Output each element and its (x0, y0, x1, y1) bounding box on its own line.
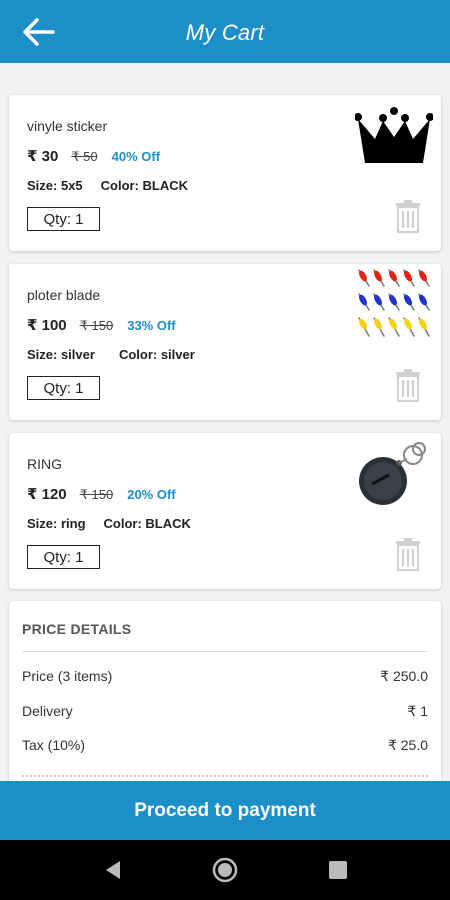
delete-icon[interactable] (395, 199, 421, 233)
item-size: Size: silver (27, 347, 95, 362)
page-title: My Cart (185, 20, 265, 45)
tax-label: Tax (10%) (22, 737, 86, 753)
cart-item-card: vinyle sticker ₹ 30 ₹ 50 40% Off Size: 5… (9, 95, 441, 251)
price-row-delivery: Delivery ₹ 1 (22, 703, 428, 720)
price-details-title: PRICE DETAILS (22, 621, 132, 637)
item-name: vinyle sticker (27, 118, 108, 134)
item-price: ₹ 100 (27, 317, 67, 334)
price-label: Price (3 items) (22, 668, 113, 684)
price-row-total: Price (3 items) ₹ 250.0 (22, 668, 428, 685)
delivery-value: ₹ 1 (407, 703, 428, 719)
cart-item-card: ploter blade ₹ 100 ₹ 150 33% Off Size: s… (9, 264, 441, 420)
item-color: Color: BLACK (103, 516, 191, 531)
crown-image (355, 107, 433, 163)
divider (22, 651, 428, 652)
cart-item-card: RING ₹ 120 ₹ 150 20% Off Size: ring Colo… (9, 433, 441, 589)
quantity-selector[interactable]: Qty: 1 (27, 545, 100, 569)
keyring-image (359, 442, 426, 505)
spec-row: Size: ring Color: BLACK (27, 516, 191, 531)
quantity-selector[interactable]: Qty: 1 (27, 207, 100, 231)
item-name: ploter blade (27, 287, 101, 303)
app-bar: My Cart (0, 0, 450, 63)
item-color: Color: silver (118, 347, 195, 362)
tax-value: ₹ 25.0 (387, 737, 428, 753)
price-row: ₹ 30 ₹ 50 40% Off (27, 147, 160, 165)
item-price: ₹ 120 (27, 486, 67, 503)
item-size: Size: ring (27, 516, 86, 531)
item-price: ₹ 30 (27, 148, 59, 165)
delete-icon[interactable] (395, 368, 421, 402)
spec-row: Size: silver Color: silver (27, 347, 195, 362)
blades-image (358, 269, 430, 337)
spec-row: Size: 5x5 Color: BLACK (27, 178, 188, 193)
cart-content[interactable]: vinyle sticker ₹ 30 ₹ 50 40% Off Size: 5… (0, 63, 450, 781)
price-row: ₹ 100 ₹ 150 33% Off (27, 316, 176, 334)
system-nav-bar (0, 840, 450, 900)
item-mrp: ₹ 150 (79, 487, 114, 502)
delete-icon[interactable] (395, 537, 421, 571)
price-row-tax: Tax (10%) ₹ 25.0 (22, 737, 428, 754)
discount-label: 40% Off (111, 149, 161, 164)
item-mrp: ₹ 150 (79, 318, 114, 333)
item-size: Size: 5x5 (27, 178, 83, 193)
price-value: ₹ 250.0 (380, 668, 428, 684)
dotted-divider (22, 775, 428, 777)
discount-label: 33% Off (127, 318, 176, 333)
discount-label: 20% Off (127, 487, 176, 502)
price-row: ₹ 120 ₹ 150 20% Off (27, 485, 176, 503)
proceed-to-payment-button[interactable]: Proceed to payment (0, 781, 450, 840)
item-name: RING (27, 456, 62, 472)
price-details-card: PRICE DETAILS Price (3 items) ₹ 250.0 De… (9, 601, 441, 781)
nav-home-icon[interactable] (212, 857, 238, 883)
delivery-label: Delivery (22, 703, 73, 719)
item-color: Color: BLACK (100, 178, 189, 193)
nav-recents-icon[interactable] (325, 857, 351, 883)
quantity-selector[interactable]: Qty: 1 (27, 376, 100, 400)
item-mrp: ₹ 50 (71, 149, 98, 164)
nav-back-icon[interactable] (100, 857, 126, 883)
